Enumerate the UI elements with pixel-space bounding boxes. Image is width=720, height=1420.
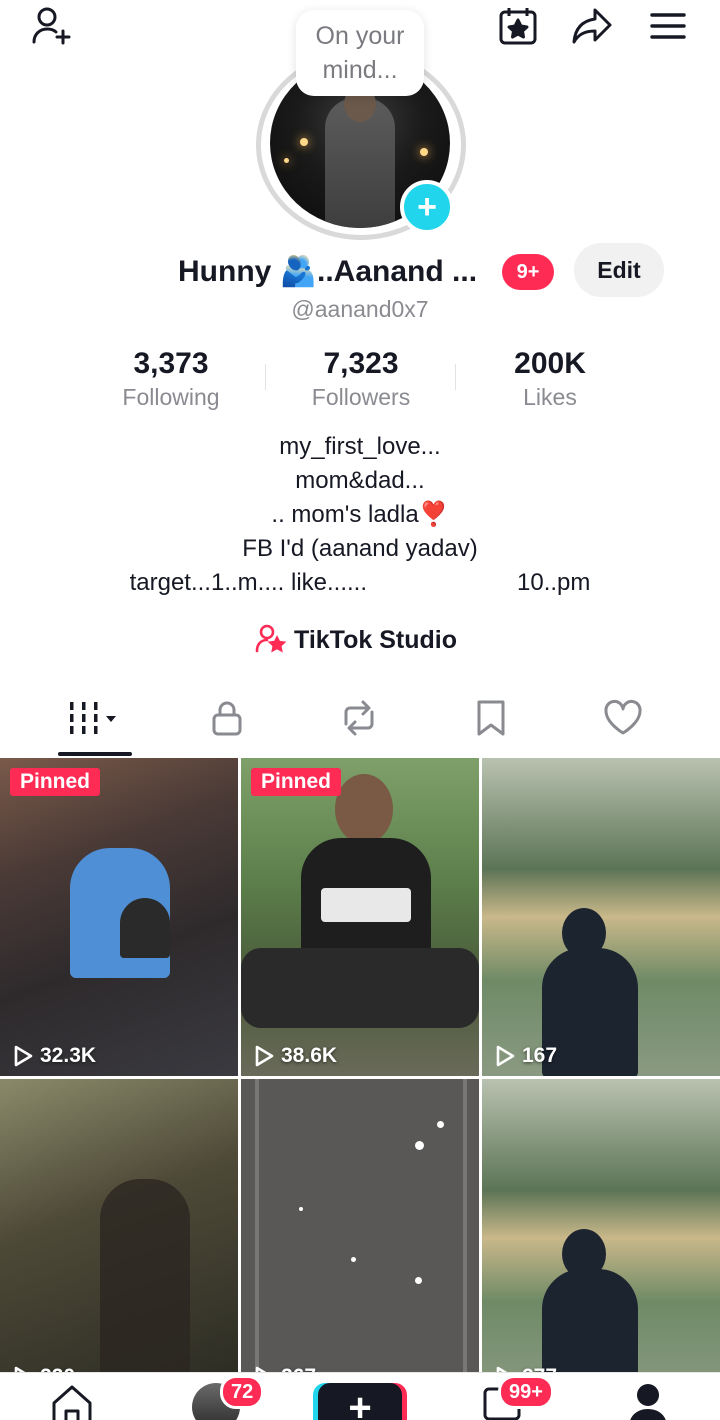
menu-icon[interactable] [644,4,692,48]
status-bubble[interactable]: On your mind... [296,10,424,96]
nav-profile[interactable] [608,1381,688,1420]
tab-reposts[interactable] [314,690,404,750]
studio-icon [254,622,287,659]
video-tile[interactable]: 220 [0,1079,238,1397]
stat-likes[interactable]: 200K Likes [470,346,630,412]
edit-profile-button[interactable]: Edit [574,243,664,297]
video-tile[interactable]: 167 [482,758,720,1076]
divider [265,364,266,390]
bottom-nav: 72 + 99+ [0,1372,720,1420]
tab-videos[interactable] [50,690,140,750]
stat-value: 200K [514,347,586,380]
stat-label: Followers [311,384,411,410]
inbox-badge: 72 [220,1375,265,1409]
bio-line: FB I'd (aanand yadav) [242,535,478,562]
notification-badge[interactable]: 9+ [502,254,554,290]
username-handle: @aanand0x7 [291,296,429,322]
play-icon [255,1045,274,1067]
stat-label: Likes [523,384,577,410]
bookmark-icon [473,698,509,743]
nav-inbox[interactable]: 99+ [462,1375,554,1420]
video-tile[interactable]: 267 [241,1079,479,1397]
share-icon[interactable] [568,4,616,48]
bio: my_first_love... mom&dad... .. mom's lad… [0,430,720,600]
play-icon [14,1045,33,1067]
bio-line: .. mom's ladla❣️ [271,501,449,528]
view-count: 167 [492,1044,557,1068]
nav-home[interactable] [32,1381,112,1420]
bio-line: 10..pm [517,569,591,596]
lock-icon [207,698,247,743]
add-story-button[interactable]: + [400,180,454,234]
nav-friends[interactable]: 72 [176,1375,265,1420]
profile-icon [625,1381,671,1420]
pinned-badge: Pinned [10,768,101,796]
create-button[interactable]: + [318,1383,402,1420]
bio-line: target...1..m.... like...... [129,569,368,596]
stat-followers[interactable]: 7,323 Followers [281,346,441,412]
stat-value: 7,323 [323,347,399,380]
profile-tabs [0,690,720,758]
add-friend-icon[interactable] [28,4,76,48]
play-icon [496,1045,515,1067]
heart-icon [602,698,644,743]
stat-label: Following [122,384,220,410]
video-tile[interactable]: Pinned 38.6K [241,758,479,1076]
home-icon [49,1381,95,1420]
pinned-badge: Pinned [251,768,342,796]
tab-liked[interactable] [578,690,668,750]
activity-badge: 99+ [498,1375,554,1409]
view-count: 32.3K [10,1044,96,1068]
studio-label: TikTok Studio [294,626,457,654]
active-tab-indicator [58,752,132,756]
tab-favorites[interactable] [446,690,536,750]
tab-private[interactable] [182,690,272,750]
tiktok-studio-link[interactable]: TikTok Studio [254,622,457,659]
calendar-star-icon[interactable] [494,4,542,48]
stat-following[interactable]: 3,373 Following [91,346,251,412]
divider [455,364,456,390]
bio-line: mom&dad... [295,467,425,494]
display-name: Hunny 🫂..Aanand ... [178,255,478,288]
repost-icon [338,698,380,743]
view-count: 38.6K [251,1044,337,1068]
bio-line: my_first_love... [279,433,441,460]
videos-grid-icon [66,698,124,743]
video-tile[interactable]: Pinned 32.3K [0,758,238,1076]
video-tile[interactable]: 277 [482,1079,720,1397]
stat-value: 3,373 [133,347,209,380]
